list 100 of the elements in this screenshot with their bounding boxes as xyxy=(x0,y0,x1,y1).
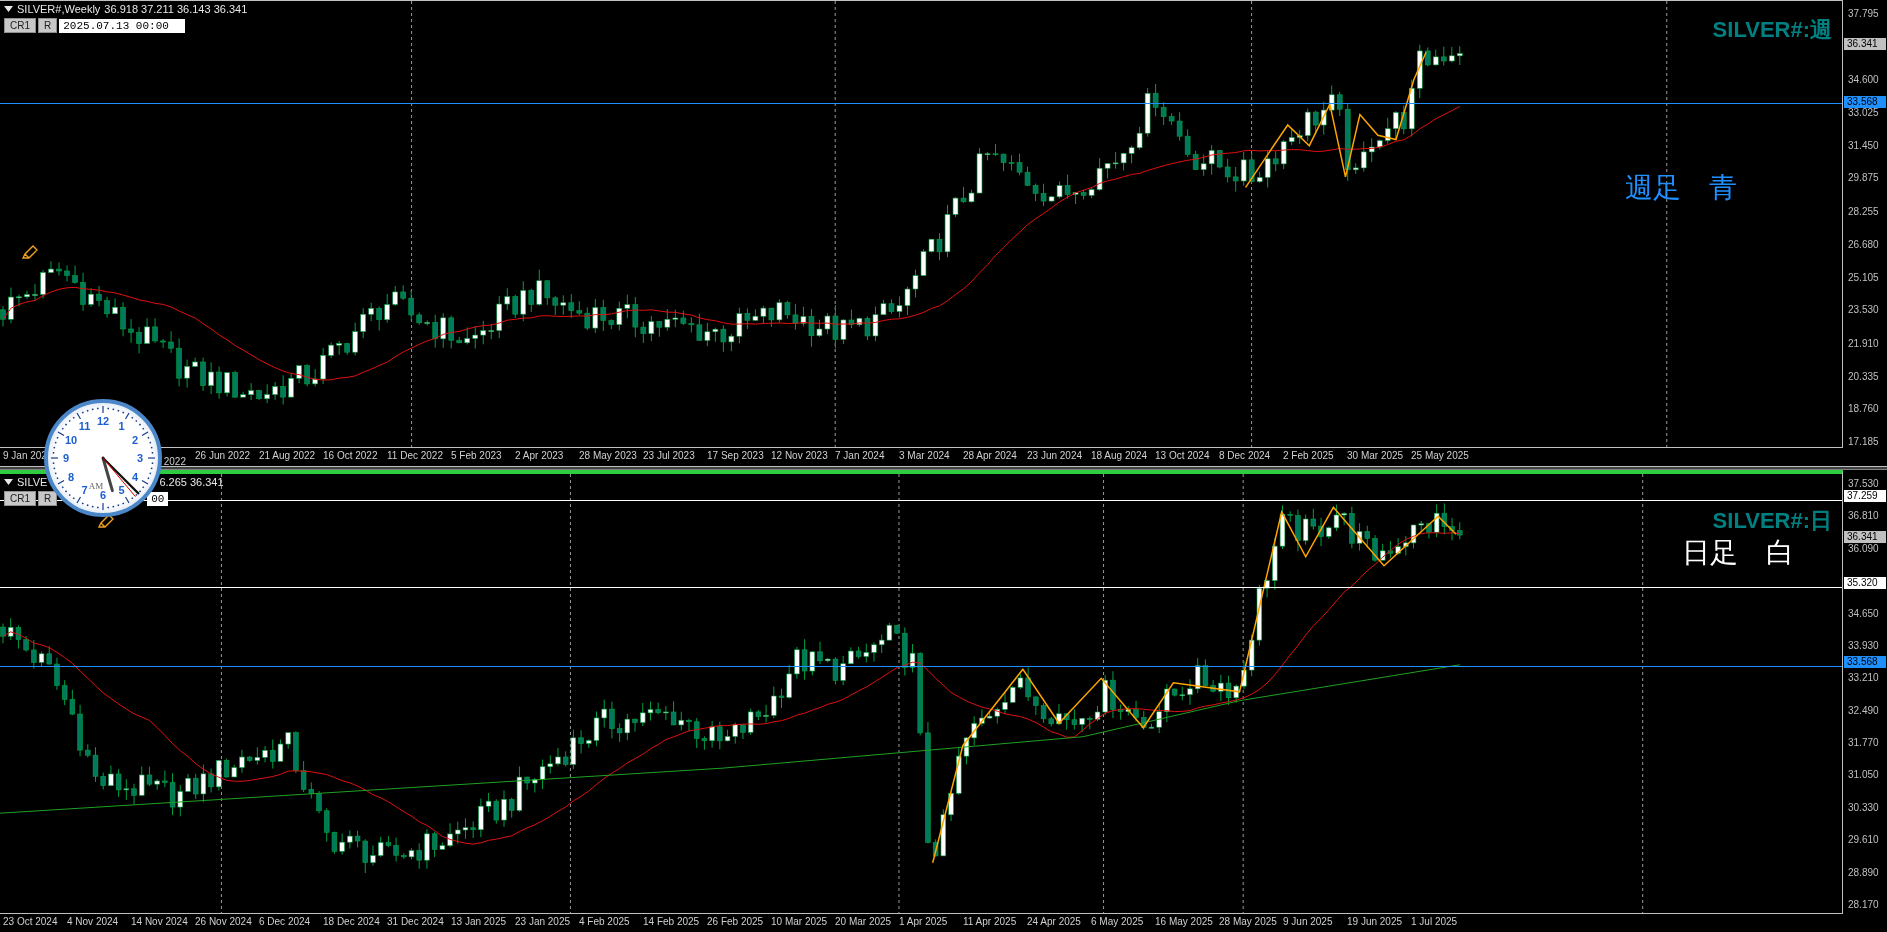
ohlc-values: 6.265 36.341 xyxy=(159,475,224,489)
time-axis-label: 18 Dec 2024 xyxy=(322,915,381,929)
time-axis-label: 14 Nov 2024 xyxy=(130,915,189,929)
chart-note: 日足 白 xyxy=(1682,536,1794,570)
price-axis-label: 20.335 xyxy=(1848,370,1879,383)
price-axis-label: 31.770 xyxy=(1848,737,1879,750)
time-axis-label: 23 Oct 2024 xyxy=(2,915,59,929)
price-axis-label: 18.760 xyxy=(1848,403,1879,416)
time-axis-label: 14 Feb 2025 xyxy=(642,915,701,929)
dropdown-triangle-icon[interactable] xyxy=(4,479,13,485)
price-axis-label: 37.795 xyxy=(1848,8,1879,20)
time-axis-label: 4 Feb 2025 xyxy=(578,915,631,929)
price-axis-label: 33.025 xyxy=(1848,107,1879,120)
price-axis-label: 37.530 xyxy=(1848,478,1879,490)
clock-numeral: 1 xyxy=(118,420,125,432)
price-axis-label: 28.170 xyxy=(1848,899,1879,911)
price-tag: 33.568 xyxy=(1844,656,1886,669)
price-axis-label: 36.810 xyxy=(1848,510,1879,523)
time-axis-label: 7 Jan 2024 xyxy=(834,449,886,463)
price-tag: 36.341 xyxy=(1844,38,1886,51)
price-axis-label: 31.050 xyxy=(1848,769,1879,782)
clock-numeral: 4 xyxy=(131,470,139,483)
price-axis-label: 33.210 xyxy=(1848,672,1879,685)
symbol-title: SILVE xyxy=(17,475,48,489)
time-axis-label: 20 Mar 2025 xyxy=(834,915,893,929)
symbol-title: SILVER#,Weekly xyxy=(17,2,101,16)
clock-numeral: 2 xyxy=(131,433,139,446)
price-tag: 36.341 xyxy=(1844,531,1886,544)
clock-numeral: 3 xyxy=(136,452,144,464)
time-axis-label: 31 Dec 2024 xyxy=(386,915,445,929)
time-axis-label: 19 Jun 2025 xyxy=(1346,915,1404,929)
time-axis-label: 4 Nov 2024 xyxy=(66,915,120,929)
price-axis-label: 34.650 xyxy=(1848,607,1879,620)
time-axis-label: 23 Jan 2025 xyxy=(514,915,572,929)
time-axis-label: 28 May 2025 xyxy=(1218,915,1278,929)
time-axis-label: 26 Jun 2022 xyxy=(194,449,252,463)
price-axis-label: 28.255 xyxy=(1848,206,1879,219)
price-axis-label: 29.610 xyxy=(1848,834,1879,847)
clock-numeral: 8 xyxy=(67,470,75,483)
time-axis-label: 10 Mar 2025 xyxy=(770,915,829,929)
time-axis-label: 12 Nov 2023 xyxy=(770,449,829,463)
price-axis-label: 25.105 xyxy=(1848,271,1879,284)
time-axis-label: 26 Nov 2024 xyxy=(194,915,253,929)
time-axis-label: 9 Jun 2025 xyxy=(1282,915,1334,929)
date-field[interactable]: 2025.07.13 00:00 xyxy=(59,18,186,33)
time-axis-label: 1 Apr 2025 xyxy=(898,915,949,929)
price-axis-label: 33.930 xyxy=(1848,639,1879,652)
time-axis-label: 24 Apr 2025 xyxy=(1026,915,1082,929)
time-axis-label: 28 May 2023 xyxy=(578,449,638,463)
dropdown-triangle-icon[interactable] xyxy=(4,6,13,12)
time-axis-label: 13 Jan 2025 xyxy=(450,915,508,929)
time-axis-label: 23 Jul 2023 xyxy=(642,449,696,463)
price-axis-label: 26.680 xyxy=(1848,238,1879,251)
pencil-icon xyxy=(98,514,114,528)
price-tag: 35.320 xyxy=(1844,577,1886,590)
mode-button[interactable]: R xyxy=(38,491,58,506)
time-axis-label: 16 Oct 2022 xyxy=(322,449,379,463)
clock-period-label: AM xyxy=(88,481,104,491)
clock-numeral: 9 xyxy=(62,452,70,464)
time-axis-label: 23 Jun 2024 xyxy=(1026,449,1084,463)
time-axis-label: 30 Mar 2025 xyxy=(1346,449,1405,463)
chart-label: SILVER#:週 xyxy=(1712,16,1832,44)
time-axis-label: 2022 xyxy=(162,455,186,466)
clock-numeral: 6 xyxy=(99,489,107,501)
price-axis-label: 31.450 xyxy=(1848,139,1879,152)
clock-numeral: 12 xyxy=(96,415,110,427)
price-axis-label: 28.890 xyxy=(1848,866,1879,879)
time-axis-label: 21 Aug 2022 xyxy=(258,449,317,463)
ohlc-values: 36.918 37.211 36.143 36.341 xyxy=(104,2,248,16)
time-axis-label: 2 Feb 2025 xyxy=(1282,449,1335,463)
time-axis-label: 6 Dec 2024 xyxy=(258,915,312,929)
time-axis-label: 26 Feb 2025 xyxy=(706,915,765,929)
date-field[interactable]: 00 xyxy=(147,491,169,506)
time-axis-label: 8 Dec 2024 xyxy=(1218,449,1272,463)
chart-label: SILVER#:日 xyxy=(1712,507,1832,535)
time-axis-label: 28 Apr 2024 xyxy=(962,449,1018,463)
time-axis-label: 3 Mar 2024 xyxy=(898,449,951,463)
price-tag: 37.259 xyxy=(1844,490,1886,503)
time-axis-label: 11 Dec 2022 xyxy=(386,449,444,463)
mode-button[interactable]: CR1 xyxy=(4,491,36,506)
clock-numeral: 5 xyxy=(118,484,125,496)
price-axis-label: 21.910 xyxy=(1848,337,1879,350)
time-axis-label: 1 Jul 2025 xyxy=(1410,915,1459,929)
clock-numeral: 10 xyxy=(64,433,78,446)
price-axis-label: 32.490 xyxy=(1848,704,1879,717)
time-axis-label: 5 Feb 2023 xyxy=(450,449,503,463)
chart-note: 週足 青 xyxy=(1625,171,1737,205)
mode-button[interactable]: CR1 xyxy=(4,18,36,33)
time-axis-label: 6 May 2025 xyxy=(1090,915,1145,929)
price-axis-label: 23.530 xyxy=(1848,304,1879,317)
time-axis-label: 2 Apr 2023 xyxy=(514,449,565,463)
time-axis-label: 18 Aug 2024 xyxy=(1090,449,1149,463)
price-axis-label: 29.875 xyxy=(1848,172,1879,185)
price-tag: 33.568 xyxy=(1844,95,1886,108)
pencil-icon xyxy=(22,245,38,259)
mode-button[interactable]: R xyxy=(38,18,58,33)
price-axis-label: 34.600 xyxy=(1848,74,1879,87)
time-axis-label: 25 May 2025 xyxy=(1410,449,1470,463)
time-axis-label: 17 Sep 2023 xyxy=(706,449,765,463)
clock-numeral: 7 xyxy=(81,484,88,496)
